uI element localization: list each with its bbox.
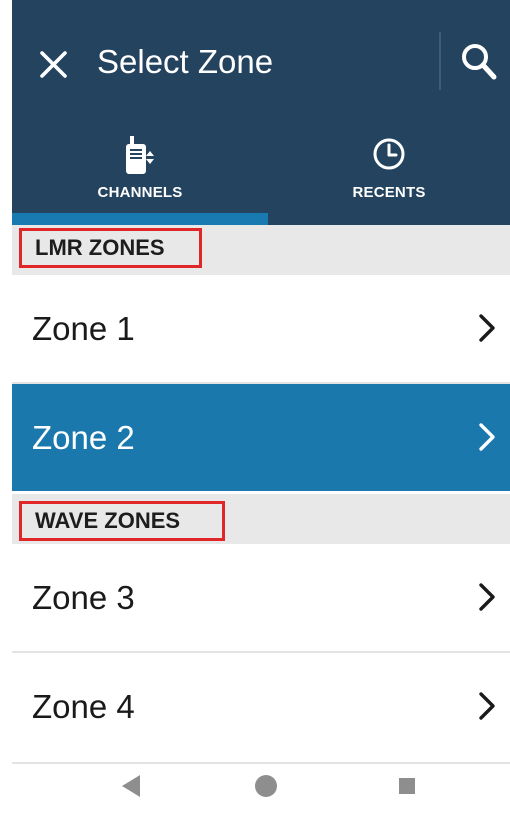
list-item-zone-1[interactable]: Zone 1 <box>12 275 510 382</box>
page-title: Select Zone <box>97 43 274 80</box>
system-nav-bar <box>12 766 510 808</box>
list-item-label: Zone 1 <box>32 310 135 347</box>
list-item-label: Zone 3 <box>32 579 135 616</box>
chevron-right-icon <box>479 583 495 611</box>
select-zone-screen: Select Zone CHANNELS RECENTS LMR ZONES Z… <box>12 0 510 808</box>
tab-recents[interactable]: RECENTS <box>268 122 510 225</box>
app-bar: Select Zone CHANNELS RECENTS <box>12 0 510 225</box>
section-header-lmr: LMR ZONES <box>12 225 510 275</box>
list-item-label: Zone 2 <box>32 419 135 456</box>
header-divider <box>439 32 441 90</box>
back-triangle-icon <box>122 775 140 797</box>
close-icon <box>40 51 67 78</box>
section-label-wave: WAVE ZONES <box>19 501 225 541</box>
list-item-zone-2[interactable]: Zone 2 <box>12 384 510 491</box>
section-label-lmr: LMR ZONES <box>19 228 202 268</box>
tab-channels-label: CHANNELS <box>97 184 183 201</box>
clock-icon <box>369 134 409 179</box>
list-item-zone-4[interactable]: Zone 4 <box>12 653 510 760</box>
search-icon <box>462 44 497 80</box>
chevron-right-icon <box>479 692 495 720</box>
tab-recents-label: RECENTS <box>352 184 426 201</box>
section-header-wave: WAVE ZONES <box>12 494 510 544</box>
home-circle-icon <box>255 775 277 797</box>
selected-tab-indicator <box>12 213 268 225</box>
chevron-right-icon <box>479 423 495 451</box>
nav-recents-button[interactable] <box>377 766 437 808</box>
nav-home-button[interactable] <box>236 766 296 808</box>
recents-square-icon <box>399 778 415 794</box>
nav-back-button[interactable] <box>98 766 158 808</box>
close-button[interactable] <box>36 46 72 82</box>
search-button[interactable] <box>460 42 498 82</box>
chevron-right-icon <box>479 314 495 342</box>
radio-icon <box>118 134 162 183</box>
row-divider <box>12 762 510 764</box>
list-item-zone-3[interactable]: Zone 3 <box>12 544 510 651</box>
tab-channels[interactable]: CHANNELS <box>12 122 268 225</box>
list-item-label: Zone 4 <box>32 688 135 725</box>
